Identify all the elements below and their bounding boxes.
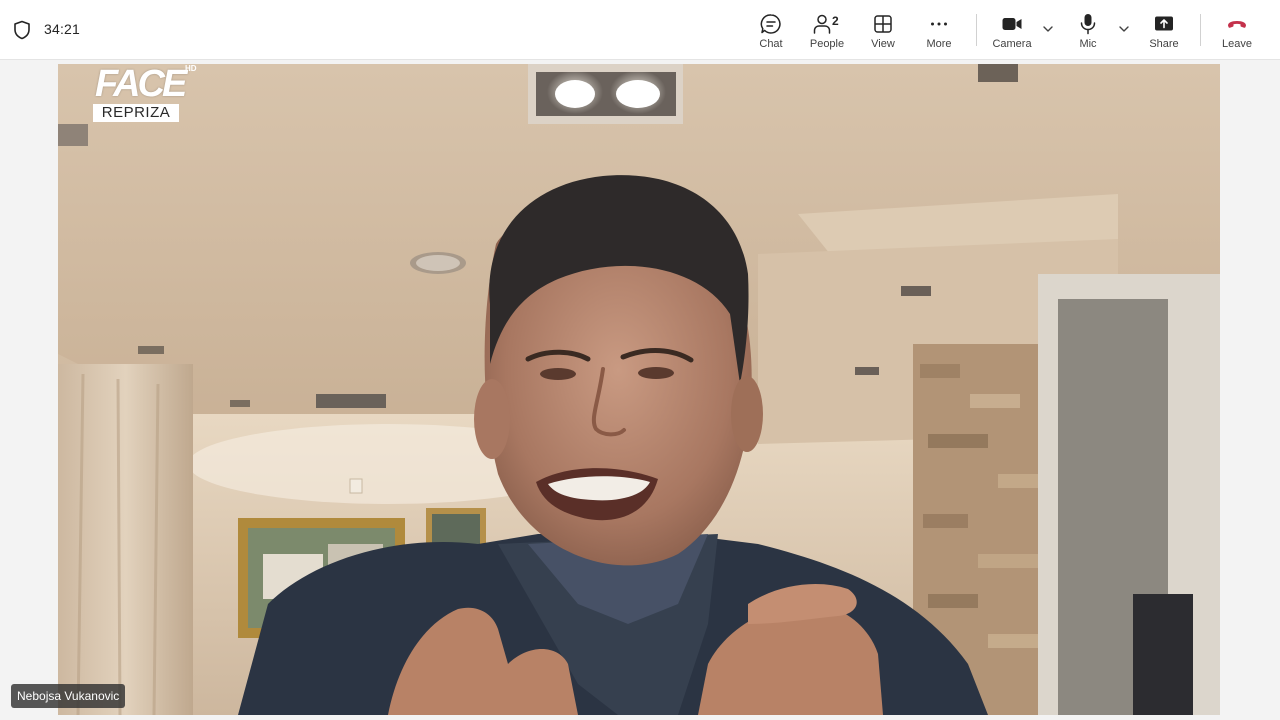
channel-repriza-tag: REPRIZA xyxy=(93,104,179,122)
view-label: View xyxy=(871,38,895,50)
toolbar-divider xyxy=(976,14,977,46)
share-screen-icon xyxy=(1155,16,1173,31)
video-frame xyxy=(58,64,1220,715)
chat-label: Chat xyxy=(759,38,783,50)
channel-hd-mark: HD xyxy=(185,64,197,73)
people-count-badge: 2 xyxy=(832,14,839,28)
more-label: More xyxy=(926,38,952,50)
meeting-toolbar: 34:21 Chat People 2 View More Camera Mic… xyxy=(0,0,1280,60)
participant-video[interactable] xyxy=(58,64,1220,715)
share-button[interactable]: Share xyxy=(1140,8,1188,54)
people-button[interactable]: People xyxy=(800,8,854,54)
leave-label: Leave xyxy=(1222,38,1252,50)
channel-logo-wordmark: FACE xyxy=(95,63,187,105)
view-button[interactable]: View xyxy=(860,8,906,54)
people-label: People xyxy=(809,38,845,50)
mic-options-chevron-down-icon[interactable] xyxy=(1117,22,1131,36)
chat-icon xyxy=(760,14,781,34)
leave-button[interactable]: Leave xyxy=(1212,8,1262,54)
camera-icon xyxy=(1002,18,1022,30)
shield-icon xyxy=(14,20,30,40)
hang-up-phone-icon xyxy=(1228,21,1246,28)
share-label: Share xyxy=(1149,38,1179,50)
camera-label: Camera xyxy=(992,38,1032,50)
toolbar-divider xyxy=(1200,14,1201,46)
more-button[interactable]: More xyxy=(915,8,963,54)
mic-button[interactable]: Mic xyxy=(1066,8,1110,54)
call-timer: 34:21 xyxy=(44,21,81,37)
more-dots-icon xyxy=(931,22,947,26)
channel-logo: FACE HD REPRIZA xyxy=(93,64,203,124)
participant-name-label: Nebojsa Vukanovic xyxy=(11,684,126,708)
chat-button[interactable]: Chat xyxy=(748,8,794,54)
people-icon xyxy=(813,14,831,34)
mic-label: Mic xyxy=(1079,38,1097,50)
microphone-icon xyxy=(1080,14,1096,35)
camera-options-chevron-down-icon[interactable] xyxy=(1041,22,1055,36)
grid-view-icon xyxy=(874,15,892,33)
camera-button[interactable]: Camera xyxy=(987,8,1037,54)
